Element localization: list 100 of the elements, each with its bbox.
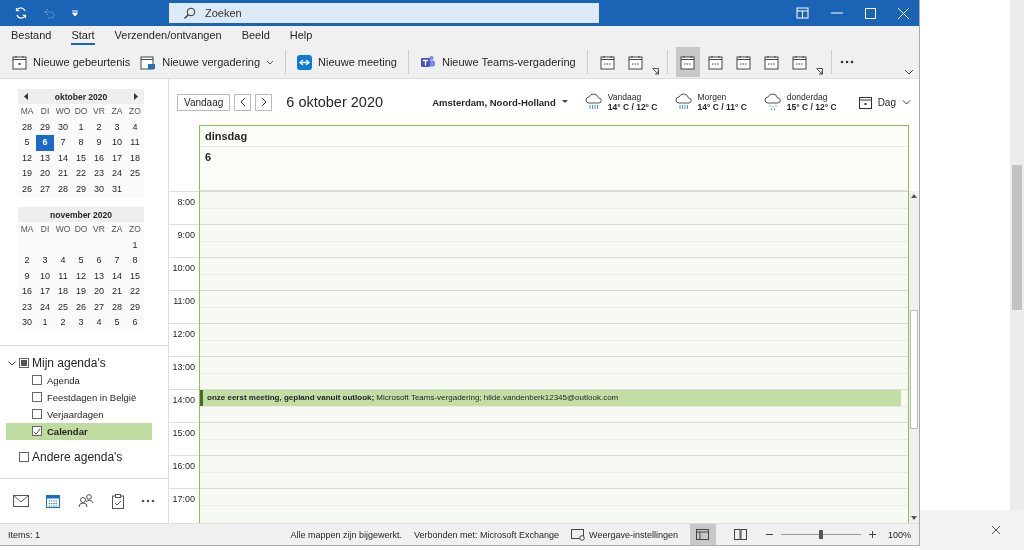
location-dropdown[interactable]: Amsterdam, Noord-Holland: [432, 96, 568, 108]
calendar-day[interactable]: 29: [72, 181, 90, 197]
calendar-day[interactable]: 4: [126, 119, 144, 135]
calendar-day[interactable]: 26: [72, 299, 90, 315]
calendar-day[interactable]: 29: [36, 119, 54, 135]
scrollbar[interactable]: [909, 191, 919, 523]
calendar-day[interactable]: 6: [90, 253, 108, 269]
calendar-group-label[interactable]: Mijn agenda's: [32, 355, 106, 370]
calendar-day[interactable]: 10: [36, 268, 54, 284]
calendar-day[interactable]: 13: [36, 150, 54, 166]
calendar-day[interactable]: 3: [108, 119, 126, 135]
calendar-day[interactable]: 3: [36, 253, 54, 269]
calendar-day[interactable]: 28: [54, 181, 72, 197]
calendar-day[interactable]: 30: [18, 315, 36, 331]
search-field[interactable]: Zoeken: [169, 3, 599, 23]
calendar-day[interactable]: 9: [18, 268, 36, 284]
calendar-day[interactable]: 20: [36, 166, 54, 182]
calendar-day[interactable]: 26: [18, 181, 36, 197]
calendar-day[interactable]: 11: [54, 268, 72, 284]
menu-tab[interactable]: Verzenden/ontvangen: [114, 27, 222, 45]
calendar-day[interactable]: 25: [54, 299, 72, 315]
calendar-day[interactable]: 8: [72, 135, 90, 151]
normal-view-icon[interactable]: [689, 524, 716, 545]
calendar-day[interactable]: 7: [54, 135, 72, 151]
calendar-item[interactable]: Agenda: [6, 371, 152, 389]
calendar-day[interactable]: 11: [126, 135, 144, 151]
calendar-day[interactable]: 16: [18, 284, 36, 300]
chevron-down-icon[interactable]: [904, 69, 914, 75]
calendar-day[interactable]: 14: [108, 268, 126, 284]
calendar-day[interactable]: 12: [18, 150, 36, 166]
today-button[interactable]: Vandaag: [177, 93, 231, 111]
calendar-day[interactable]: 19: [72, 284, 90, 300]
close-icon[interactable]: [992, 526, 1000, 534]
calendar-item[interactable]: Feestdagen in België: [6, 388, 152, 406]
calendar-day[interactable]: 18: [54, 284, 72, 300]
scroll-down-icon[interactable]: [911, 516, 917, 520]
scroll-up-icon[interactable]: [911, 194, 917, 198]
previous-button[interactable]: [234, 93, 252, 111]
checkbox[interactable]: [32, 409, 42, 419]
calendar-day[interactable]: 14: [54, 150, 72, 166]
calendar-day[interactable]: 31: [108, 181, 126, 197]
calendar-day[interactable]: 22: [126, 284, 144, 300]
calendar-day[interactable]: 2: [54, 315, 72, 331]
menu-tab[interactable]: Help: [289, 27, 313, 45]
previous-icon[interactable]: [24, 93, 29, 100]
calendar-day[interactable]: 4: [90, 315, 108, 331]
people-icon[interactable]: [78, 494, 94, 508]
ribbon-button[interactable]: Nieuwe Teams-vergadering: [416, 49, 579, 75]
checkbox[interactable]: [32, 375, 42, 385]
calendar-day[interactable]: 30: [90, 181, 108, 197]
calendar-day[interactable]: 28: [18, 119, 36, 135]
calendar-day[interactable]: 15: [126, 268, 144, 284]
customize-icon[interactable]: [70, 8, 80, 18]
calendar-day[interactable]: 17: [36, 284, 54, 300]
more-icon[interactable]: [839, 60, 854, 64]
checkbox[interactable]: [19, 451, 29, 462]
tasks-icon[interactable]: [111, 493, 124, 509]
calendar-day[interactable]: 20: [90, 284, 108, 300]
next-icon[interactable]: [133, 93, 138, 100]
calendar-day[interactable]: 2: [18, 253, 36, 269]
calendar-day[interactable]: 23: [90, 166, 108, 182]
ribbon-button[interactable]: Nieuwe meeting: [294, 49, 400, 75]
calendar-day[interactable]: 25: [126, 166, 144, 182]
calendar-day[interactable]: 24: [36, 299, 54, 315]
calendar-day[interactable]: 19: [18, 166, 36, 182]
calendar-day[interactable]: 29: [126, 299, 144, 315]
calendar-day[interactable]: 1: [72, 119, 90, 135]
calendar-day[interactable]: 7: [108, 253, 126, 269]
panel-icon[interactable]: [796, 7, 809, 19]
calendar-day[interactable]: 13: [90, 268, 108, 284]
calendar-day[interactable]: 30: [54, 119, 72, 135]
calendar-day[interactable]: 5: [18, 135, 36, 151]
calendar-view-button[interactable]: [675, 47, 700, 77]
calendar-day[interactable]: 3: [72, 315, 90, 331]
calendar-day[interactable]: 28: [108, 299, 126, 315]
calendar-group-label[interactable]: Andere agenda's: [32, 449, 123, 464]
calendar-day[interactable]: 2: [90, 119, 108, 135]
checkbox[interactable]: [32, 426, 42, 436]
calendar-item[interactable]: Calendar: [6, 422, 152, 440]
ribbon-button[interactable]: Nieuwe vergadering: [137, 49, 278, 75]
calendar-day[interactable]: 16: [90, 150, 108, 166]
view-settings-button[interactable]: Weergave-instellingen: [571, 528, 678, 541]
chevron-down-icon[interactable]: [8, 358, 16, 367]
calendar-day[interactable]: 1: [126, 237, 144, 253]
zoom-in-icon[interactable]: [868, 531, 876, 538]
calendar-day[interactable]: 5: [72, 253, 90, 269]
calendar-event[interactable]: onze eerst meeting, gepland vanuit outlook; Microsoft Teams-vergadering; hilde.vandenberk12345@outlook.com: [200, 390, 901, 406]
page-scrollbar[interactable]: [1012, 165, 1022, 310]
calendar-day[interactable]: 21: [108, 284, 126, 300]
calendar-day[interactable]: 15: [72, 150, 90, 166]
calendar-day[interactable]: 12: [72, 268, 90, 284]
calendar-day[interactable]: 6: [36, 135, 54, 151]
calendar-day[interactable]: 21: [54, 166, 72, 182]
dialog-launcher-icon[interactable]: [651, 68, 659, 75]
maximize-icon[interactable]: [865, 7, 876, 19]
mail-icon[interactable]: [12, 495, 29, 507]
next-button[interactable]: [255, 93, 273, 111]
dialog-launcher-icon[interactable]: [815, 68, 823, 75]
menu-tab[interactable]: Bestand: [11, 27, 52, 45]
calendar-icon[interactable]: [46, 494, 61, 508]
